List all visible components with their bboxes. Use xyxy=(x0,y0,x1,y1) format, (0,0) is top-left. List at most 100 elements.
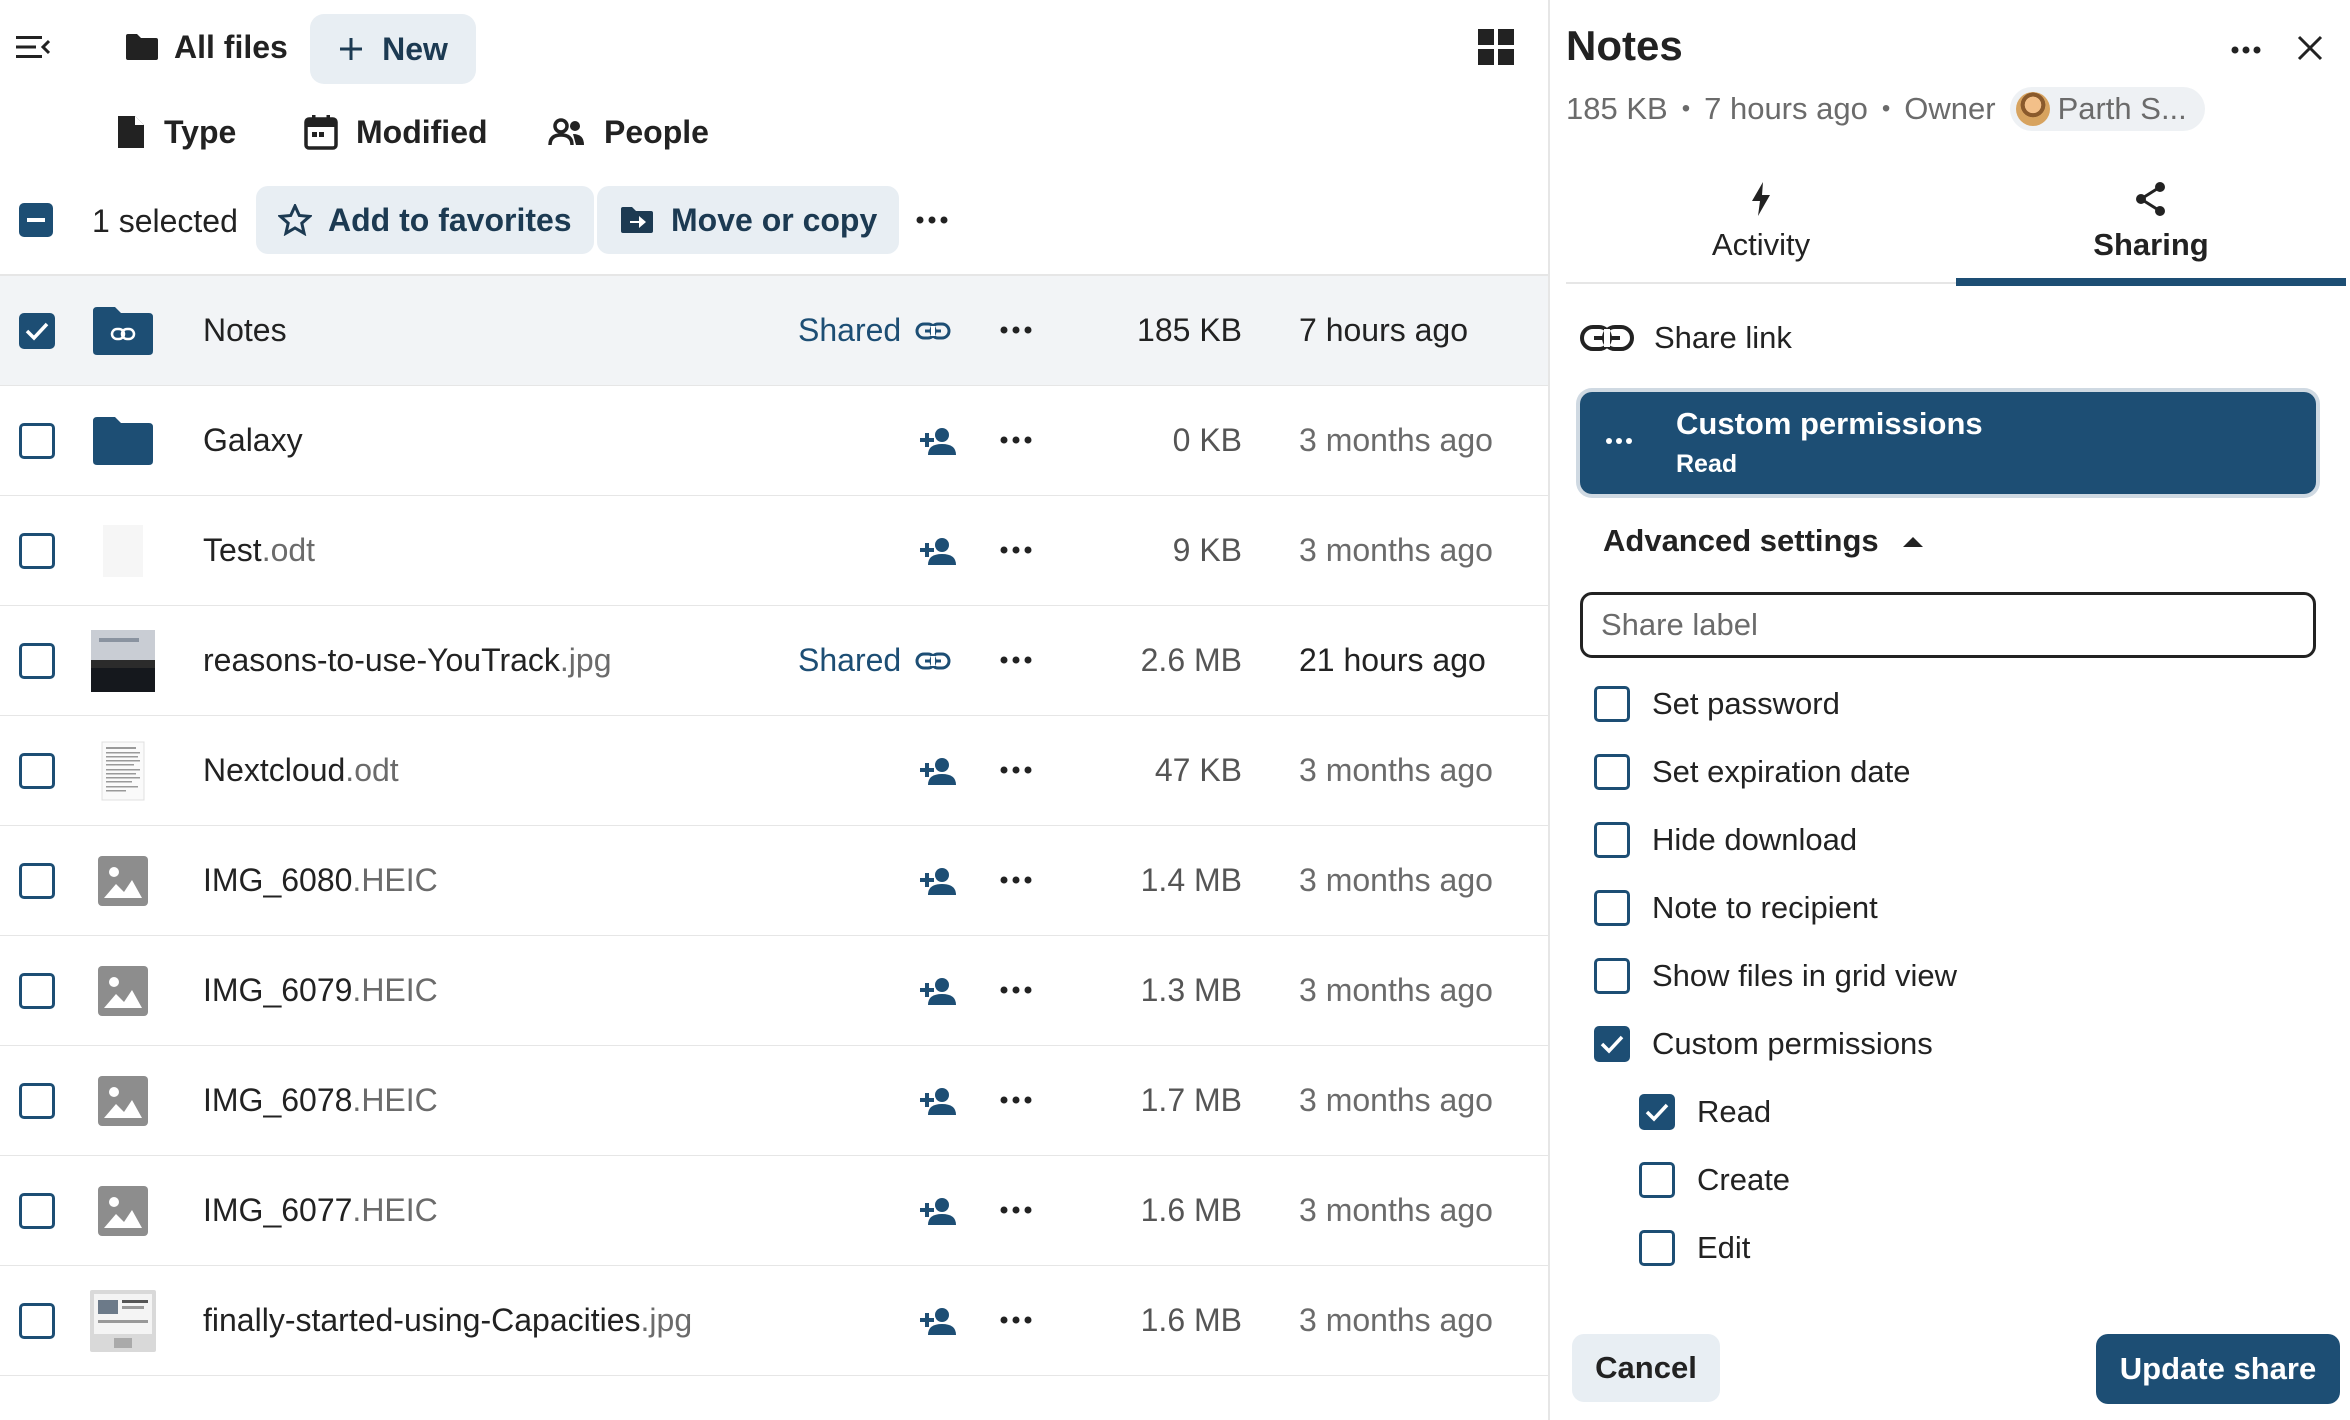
set-expiration-checkbox[interactable] xyxy=(1594,754,1630,790)
meta-separator: • xyxy=(1681,95,1691,122)
file-checkbox[interactable] xyxy=(19,313,55,349)
share-label-input[interactable] xyxy=(1580,592,2316,658)
share-user-icon[interactable] xyxy=(918,751,958,791)
read-option[interactable]: Read xyxy=(1639,1094,1771,1130)
file-actions-icon[interactable] xyxy=(996,1192,1036,1228)
share-user-icon[interactable] xyxy=(918,971,958,1011)
file-checkbox[interactable] xyxy=(19,423,55,459)
file-row[interactable]: Nextcloud.odt 47 KB 3 months ago xyxy=(0,716,1548,826)
create-checkbox[interactable] xyxy=(1639,1162,1675,1198)
select-all-checkbox[interactable] xyxy=(19,203,53,237)
hide-download-option[interactable]: Hide download xyxy=(1594,822,1857,858)
update-share-button[interactable]: Update share xyxy=(2096,1334,2340,1404)
create-option[interactable]: Create xyxy=(1639,1162,1790,1198)
shared-indicator[interactable]: Shared xyxy=(798,642,951,679)
note-recipient-option[interactable]: Note to recipient xyxy=(1594,890,1878,926)
edit-option[interactable]: Edit xyxy=(1639,1230,1750,1266)
people-icon xyxy=(548,118,584,146)
file-actions-icon[interactable] xyxy=(996,312,1036,348)
share-user-icon[interactable] xyxy=(918,421,958,461)
move-or-copy-button[interactable]: Move or copy xyxy=(597,186,900,254)
file-name[interactable]: finally-started-using-Capacities.jpg xyxy=(203,1302,692,1339)
grid-view-icon[interactable] xyxy=(1476,27,1516,67)
file-row[interactable]: finally-started-using-Capacities.jpg 1.6 … xyxy=(0,1266,1548,1376)
file-checkbox[interactable] xyxy=(19,1193,55,1229)
share-user-icon[interactable] xyxy=(918,861,958,901)
file-row[interactable]: Galaxy 0 KB 3 months ago xyxy=(0,386,1548,496)
file-row[interactable]: Notes Shared 185 KB 7 hours ago xyxy=(0,276,1548,386)
new-button[interactable]: New xyxy=(310,14,476,84)
close-icon[interactable] xyxy=(2290,28,2330,68)
checkmark-icon xyxy=(1600,1035,1624,1054)
tab-activity[interactable]: Activity xyxy=(1566,160,1956,284)
file-name[interactable]: Galaxy xyxy=(203,422,303,459)
owner-chip[interactable]: Parth S... xyxy=(2009,87,2205,131)
file-modified: 3 months ago xyxy=(1299,752,1493,788)
sidebar-more-icon[interactable] xyxy=(2224,30,2268,70)
file-checkbox[interactable] xyxy=(19,973,55,1009)
file-checkbox[interactable] xyxy=(19,1303,55,1339)
file-name[interactable]: IMG_6078.HEIC xyxy=(203,1082,438,1119)
share-user-icon[interactable] xyxy=(918,531,958,571)
filter-type[interactable]: Type xyxy=(116,108,236,156)
grid-view-checkbox[interactable] xyxy=(1594,958,1630,994)
file-row[interactable]: IMG_6079.HEIC 1.3 MB 3 months ago xyxy=(0,936,1548,1046)
file-checkbox[interactable] xyxy=(19,533,55,569)
cancel-button[interactable]: Cancel xyxy=(1572,1334,1720,1402)
file-actions-icon[interactable] xyxy=(996,972,1036,1008)
file-actions-icon[interactable] xyxy=(996,532,1036,568)
edit-checkbox[interactable] xyxy=(1639,1230,1675,1266)
file-name[interactable]: IMG_6079.HEIC xyxy=(203,972,438,1009)
file-name[interactable]: IMG_6080.HEIC xyxy=(203,862,438,899)
read-checkbox[interactable] xyxy=(1639,1094,1675,1130)
set-password-option[interactable]: Set password xyxy=(1594,686,1840,722)
add-to-favorites-button[interactable]: Add to favorites xyxy=(256,186,594,254)
share-user-icon[interactable] xyxy=(918,1081,958,1121)
filter-modified[interactable]: Modified xyxy=(304,108,488,156)
custom-permissions-checkbox[interactable] xyxy=(1594,1026,1630,1062)
file-actions-icon[interactable] xyxy=(996,1302,1036,1338)
file-list: Photos60.7 MB14 minutes agoNotesShared18… xyxy=(0,166,1548,1376)
tab-sharing[interactable]: Sharing xyxy=(1956,160,2346,286)
file-list-pane: Photos60.7 MB14 minutes agoNotesShared18… xyxy=(0,0,1548,1420)
file-name[interactable]: Notes xyxy=(203,312,287,349)
file-row[interactable]: Test.odt 9 KB 3 months ago xyxy=(0,496,1548,606)
file-actions-icon[interactable] xyxy=(996,642,1036,678)
file-name[interactable]: Nextcloud.odt xyxy=(203,752,399,789)
more-actions-icon[interactable] xyxy=(912,202,952,238)
shared-indicator[interactable]: Shared xyxy=(798,312,951,349)
grid-view-option[interactable]: Show files in grid view xyxy=(1594,958,1957,994)
hide-download-checkbox[interactable] xyxy=(1594,822,1630,858)
filter-people[interactable]: People xyxy=(548,108,709,156)
file-extension: .odt xyxy=(345,752,399,788)
permissions-dropdown[interactable]: Custom permissions Read xyxy=(1580,392,2316,494)
file-name[interactable]: Test.odt xyxy=(203,532,315,569)
file-actions-icon[interactable] xyxy=(996,422,1036,458)
advanced-settings-toggle[interactable]: Advanced settings xyxy=(1603,523,1923,559)
file-row[interactable]: IMG_6078.HEIC 1.7 MB 3 months ago xyxy=(0,1046,1548,1156)
share-user-icon[interactable] xyxy=(918,1191,958,1231)
file-checkbox[interactable] xyxy=(19,1083,55,1119)
file-checkbox[interactable] xyxy=(19,863,55,899)
file-checkbox[interactable] xyxy=(19,753,55,789)
navigation-toggle-icon[interactable] xyxy=(16,30,50,64)
tab-activity-label: Activity xyxy=(1711,227,1811,262)
breadcrumb-all-files[interactable]: All files xyxy=(124,24,288,70)
file-actions-icon[interactable] xyxy=(996,1082,1036,1118)
file-modified: 7 hours ago xyxy=(1704,91,1868,126)
file-checkbox[interactable] xyxy=(19,643,55,679)
file-row[interactable]: IMG_6080.HEIC 1.4 MB 3 months ago xyxy=(0,826,1548,936)
set-expiration-option[interactable]: Set expiration date xyxy=(1594,754,1911,790)
file-actions-icon[interactable] xyxy=(996,862,1036,898)
share-user-icon[interactable] xyxy=(918,1301,958,1341)
tab-sharing-label: Sharing xyxy=(2093,227,2209,262)
file-extension: .HEIC xyxy=(352,972,438,1008)
file-name[interactable]: reasons-to-use-YouTrack.jpg xyxy=(203,642,612,679)
note-recipient-checkbox[interactable] xyxy=(1594,890,1630,926)
file-row[interactable]: IMG_6077.HEIC 1.6 MB 3 months ago xyxy=(0,1156,1548,1266)
file-row[interactable]: reasons-to-use-YouTrack.jpg Shared 2.6 MB 2… xyxy=(0,606,1548,716)
file-actions-icon[interactable] xyxy=(996,752,1036,788)
custom-permissions-option[interactable]: Custom permissions xyxy=(1594,1026,1933,1062)
file-name[interactable]: IMG_6077.HEIC xyxy=(203,1192,438,1229)
set-password-checkbox[interactable] xyxy=(1594,686,1630,722)
